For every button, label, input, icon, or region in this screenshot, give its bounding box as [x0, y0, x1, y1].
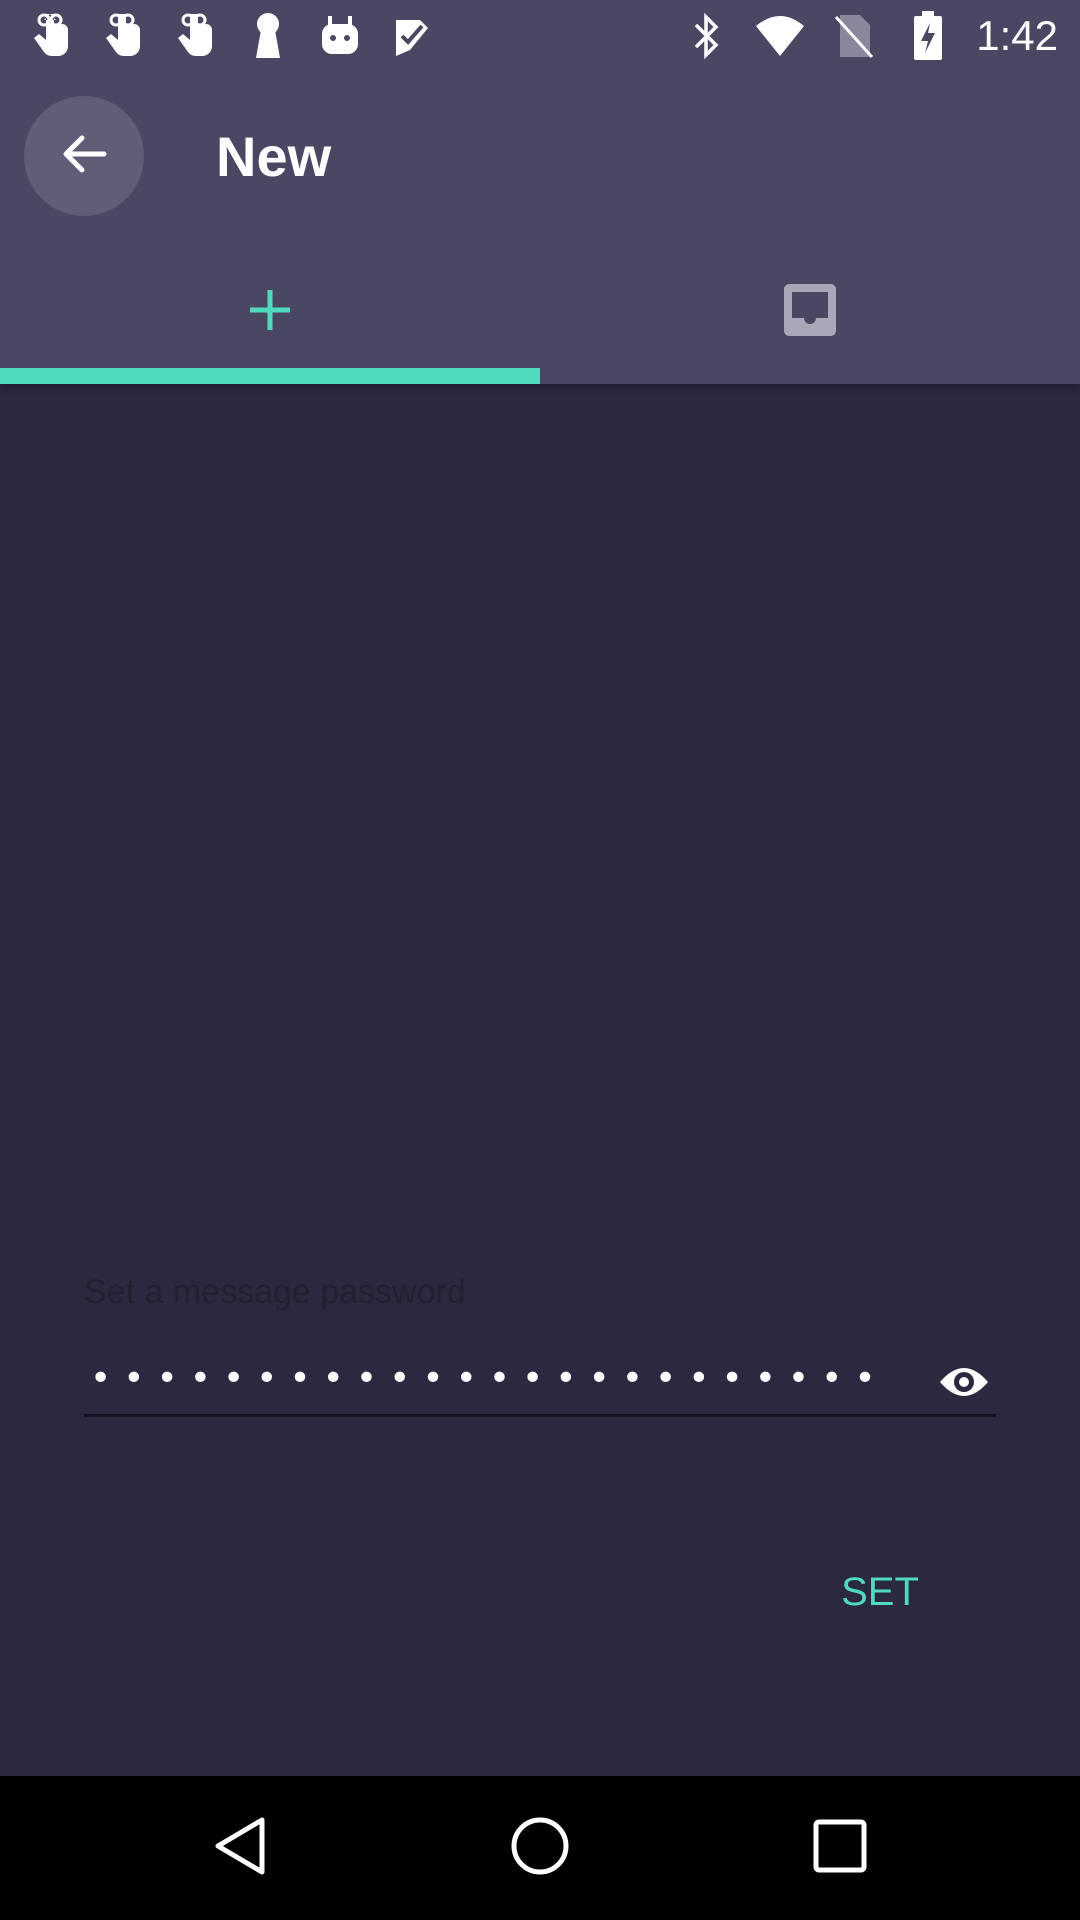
home-circle-icon — [508, 1814, 572, 1882]
nav-home-button[interactable] — [490, 1798, 590, 1898]
tab-bar — [0, 240, 1080, 384]
navigation-bar — [0, 1776, 1080, 1920]
status-time: 1:42 — [976, 12, 1058, 59]
password-field[interactable]: •••••••••••••••••••••••• — [84, 1350, 996, 1417]
plus-icon — [246, 286, 294, 338]
app-header: 1:42 New — [0, 0, 1080, 384]
tab-inbox[interactable] — [540, 240, 1080, 384]
eye-icon[interactable] — [932, 1350, 996, 1414]
nav-recents-button[interactable] — [790, 1798, 890, 1898]
android-icon — [314, 10, 366, 62]
inbox-icon — [782, 282, 838, 342]
tab-new[interactable] — [0, 240, 540, 384]
tab-indicator — [0, 368, 540, 384]
password-label: Set a message password — [84, 1273, 466, 1311]
bluetooth-icon — [680, 10, 732, 62]
back-triangle-icon — [210, 1814, 270, 1882]
password-section: Set a message password •••••••••••••••••… — [84, 1270, 996, 1417]
wifi-icon — [754, 10, 806, 62]
gesture-icon — [26, 10, 78, 62]
set-button[interactable]: SET — [820, 1560, 940, 1624]
keyhole-icon — [242, 10, 294, 62]
nav-back-button[interactable] — [190, 1798, 290, 1898]
recents-square-icon — [812, 1818, 868, 1878]
task-check-icon — [386, 10, 438, 62]
page-title: New — [216, 125, 332, 188]
arrow-back-icon — [56, 126, 112, 186]
password-masked-value: •••••••••••••••••••••••• — [90, 1358, 888, 1399]
gesture-icon — [170, 10, 222, 62]
status-bar: 1:42 — [0, 0, 1080, 72]
gesture-icon — [98, 10, 150, 62]
back-button[interactable] — [24, 96, 144, 216]
toolbar: New — [0, 72, 1080, 240]
system-icons: 1:42 — [680, 10, 1058, 62]
no-sim-icon — [828, 10, 880, 62]
battery-charging-icon — [902, 10, 954, 62]
notification-icons — [26, 10, 438, 62]
